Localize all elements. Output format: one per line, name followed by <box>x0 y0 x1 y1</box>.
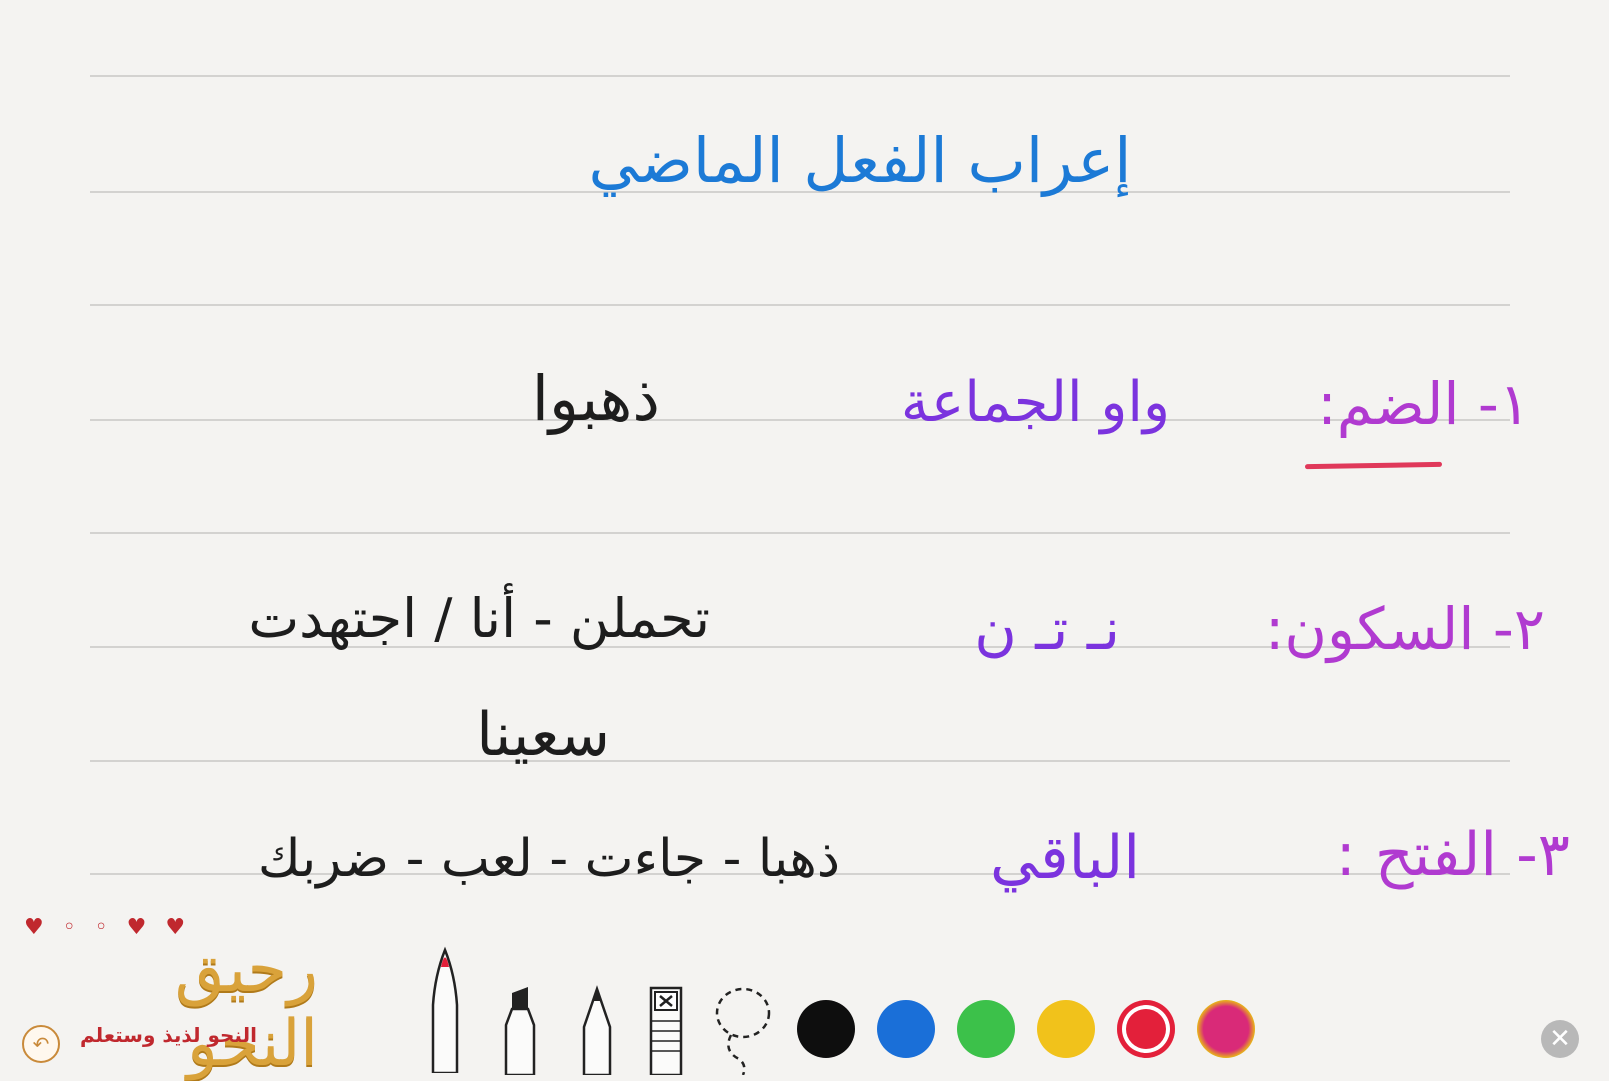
color-swatch-yellow[interactable] <box>1037 1000 1095 1058</box>
color-swatch-red-selected[interactable] <box>1117 1000 1175 1058</box>
lasso-icon[interactable] <box>713 985 773 1079</box>
pen-icon[interactable] <box>425 945 465 1077</box>
row-3-example: ذهبا - جاءت - لعب - ضربك <box>257 829 840 889</box>
row-2-example-2: سعينا <box>476 700 610 770</box>
row-2-label: ٢- السكون: <box>1264 595 1545 663</box>
close-icon[interactable]: ✕ <box>1541 1020 1579 1058</box>
undo-icon[interactable]: ↶ <box>22 1025 60 1063</box>
ruled-line <box>90 75 1510 77</box>
row-1-underline <box>1304 461 1443 470</box>
row-3-label: ٣- الفتح : <box>1335 820 1570 890</box>
note-title: إعراب الفعل الماضي <box>588 124 1132 197</box>
color-swatch-blue[interactable] <box>877 1000 935 1058</box>
row-1-example: ذهبوا <box>531 362 660 435</box>
ruled-line <box>90 760 1510 762</box>
note-canvas[interactable]: إعراب الفعل الماضي ١- الضم: واو الجماعة … <box>0 0 1609 1073</box>
row-2-example: تحملن - أنا / اجتهدت <box>248 587 710 650</box>
ruled-line <box>90 532 1510 534</box>
row-3-ending: الباقي <box>989 823 1140 893</box>
eraser-icon[interactable] <box>648 985 684 1079</box>
color-swatch-multicolor[interactable] <box>1197 1000 1255 1058</box>
row-2-ending: نـ تـ ن <box>974 595 1120 663</box>
logo-tagline: النحو لذيذ وستعلم <box>80 1023 257 1047</box>
pencil-icon[interactable] <box>578 985 616 1079</box>
color-swatch-green[interactable] <box>957 1000 1015 1058</box>
color-swatch-black[interactable] <box>797 1000 855 1058</box>
row-1-ending: واو الجماعة <box>900 370 1170 435</box>
logo-wordmark: رحيق النحو <box>174 933 320 1081</box>
ruled-line <box>90 304 1510 306</box>
channel-logo: ♥ ◦ ◦ ♥ ♥ رحيق النحو النحو لذيذ وستعلم <box>18 915 320 1081</box>
row-1-label: ١- الضم: <box>1317 370 1530 438</box>
marker-icon[interactable] <box>498 985 542 1079</box>
